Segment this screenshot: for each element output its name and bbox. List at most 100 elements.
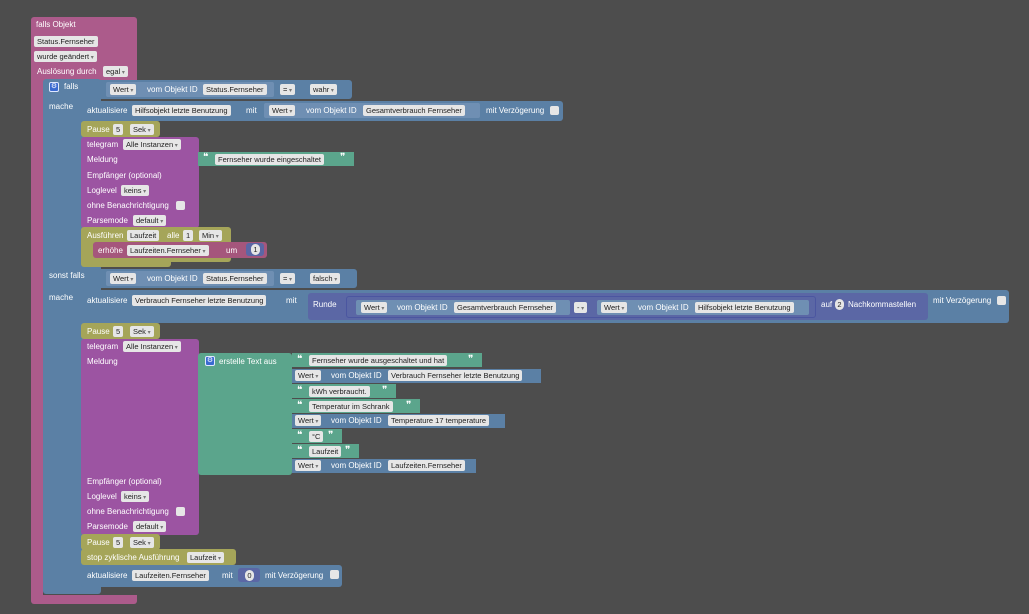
quote-open-icon: ❝ (297, 445, 303, 456)
interval-label: Ausführen (87, 231, 124, 240)
update1-object-field[interactable]: Gesamtverbrauch Fernseher (363, 105, 465, 116)
telegram1-recipient-label: Empfänger (optional) (87, 171, 162, 180)
update2-delay-checkbox[interactable] (997, 296, 1006, 305)
part8-vom-label: vom Objekt ID (331, 461, 382, 470)
text-part-1-value[interactable]: Fernseher wurde ausgeschaltet und hat (309, 355, 448, 366)
text-part-4-value[interactable]: Temperatur im Schrank (309, 401, 393, 412)
quote-open-icon: ❝ (297, 385, 303, 396)
update2-target-field[interactable]: Verbrauch Fernseher letzte Benutzung (132, 295, 267, 306)
cond2-value-dropdown[interactable]: falsch (310, 273, 341, 284)
update3-delay-checkbox[interactable] (330, 570, 339, 579)
part2-object-field[interactable]: Verbrauch Fernseher letzte Benutzung (388, 370, 523, 381)
cond1-value-dropdown[interactable]: wahr (310, 84, 337, 95)
update2-object-b-field[interactable]: Hilfsobjekt letzte Benutzung (695, 302, 794, 313)
interval-number[interactable]: 1 (183, 230, 194, 241)
text-part-3-value[interactable]: kWh verbraucht. (309, 386, 370, 397)
cond1-operator-dropdown[interactable]: = (280, 84, 296, 95)
cond1-wert-dropdown[interactable]: Wert (110, 84, 137, 95)
cond1-vom-label: vom Objekt ID (147, 85, 198, 94)
if-do-label: mache (49, 102, 74, 111)
create-text-label: erstelle Text aus (219, 357, 277, 366)
pause3-label: Pause (87, 538, 110, 547)
part5-wert-dropdown[interactable]: Wert (295, 415, 322, 426)
gear-icon[interactable]: ⚙ (205, 356, 215, 366)
text-part-7-value[interactable]: Laufzeit (309, 446, 342, 457)
telegram2-parsemode-label: Parsemode (87, 522, 128, 531)
update2-object-a-field[interactable]: Gesamtverbrauch Fernseher (454, 302, 556, 313)
interval-name-field[interactable]: Laufzeit (127, 230, 160, 241)
telegram2-silent-checkbox[interactable] (176, 507, 185, 516)
part8-object-field[interactable]: Laufzeiten.Fernseher (388, 460, 465, 471)
part5-object-field[interactable]: Temperature 17 temperature (388, 415, 490, 426)
quote-open-icon: ❝ (297, 354, 303, 365)
telegram2-instance-dropdown[interactable]: Alle Instanzen (123, 341, 181, 352)
cond2-vom-label: vom Objekt ID (147, 274, 198, 283)
cond2-wert-dropdown[interactable]: Wert (110, 273, 137, 284)
cond2-object-field[interactable]: Status.Fernseher (203, 273, 267, 284)
telegram1-message-text[interactable]: Fernseher wurde eingeschaltet (215, 154, 324, 165)
pause3-number[interactable]: 5 (113, 537, 124, 548)
quote-close-icon: ❞ (345, 445, 351, 456)
update3-delay-label: mit Verzögerung (265, 571, 324, 580)
telegram2-recipient-label: Empfänger (optional) (87, 477, 162, 486)
cond2-operator-dropdown[interactable]: = (280, 273, 296, 284)
update2-auf-label: auf (821, 300, 833, 309)
update1-vom-label: vom Objekt ID (306, 106, 357, 115)
update1-label: aktualisiere (87, 106, 128, 115)
telegram1-instance-dropdown[interactable]: Alle Instanzen (123, 139, 181, 150)
update1-mit-label: mit (246, 106, 257, 115)
stop-label: stop zyklische Ausführung (87, 553, 180, 562)
update2-vom-a-label: vom Objekt ID (397, 303, 448, 312)
pause1-unit-dropdown[interactable]: Sek (130, 124, 154, 135)
stop-name-dropdown[interactable]: Laufzeit (187, 552, 224, 563)
update2-wert-a-dropdown[interactable]: Wert (361, 302, 388, 313)
update1-target-field[interactable]: Hilfsobjekt letzte Benutzung (132, 105, 231, 116)
update2-wert-b-dropdown[interactable]: Wert (601, 302, 628, 313)
trigger-condition-dropdown[interactable]: wurde geändert (34, 51, 97, 62)
quote-close-icon: ❞ (328, 430, 334, 441)
telegram2-label: telegram (87, 342, 119, 351)
increment-var-dropdown[interactable]: Laufzeiten.Fernseher (127, 245, 209, 256)
if-label: falls (64, 82, 79, 91)
update1-wert-dropdown[interactable]: Wert (269, 105, 296, 116)
telegram2-loglevel-label: Loglevel (87, 492, 117, 501)
update1-delay-checkbox[interactable] (550, 106, 559, 115)
trigger-block-bottom (31, 595, 137, 604)
telegram1-label: telegram (87, 140, 119, 149)
text-part-6-value[interactable]: °C (309, 431, 324, 442)
pause2-label: Pause (87, 327, 110, 336)
cond1-object-field[interactable]: Status.Fernseher (203, 84, 267, 95)
update2-decimals-number[interactable]: 2 (835, 299, 844, 310)
pause2-number[interactable]: 5 (113, 326, 124, 337)
telegram1-parsemode-dropdown[interactable]: default (133, 215, 167, 226)
pause2-unit-dropdown[interactable]: Sek (130, 326, 154, 337)
part2-wert-dropdown[interactable]: Wert (295, 370, 322, 381)
create-text-block[interactable] (198, 353, 292, 475)
update2-decimals-label: Nachkommastellen (848, 300, 917, 309)
quote-close-icon: ❞ (340, 152, 346, 163)
telegram1-loglevel-dropdown[interactable]: keins (121, 185, 150, 196)
update3-number[interactable]: 0 (245, 570, 254, 581)
gear-icon[interactable]: ⚙ (49, 82, 59, 92)
telegram2-loglevel-dropdown[interactable]: keins (121, 491, 150, 502)
part8-wert-dropdown[interactable]: Wert (295, 460, 322, 471)
update2-label: aktualisiere (87, 296, 128, 305)
telegram2-parsemode-dropdown[interactable]: default (133, 521, 167, 532)
update2-operator-dropdown[interactable]: - (574, 302, 588, 313)
update2-mit-label: mit (286, 296, 297, 305)
update1-delay-label: mit Verzögerung (486, 106, 545, 115)
trigger-by-label: Auslösung durch (37, 67, 97, 76)
pause3-unit-dropdown[interactable]: Sek (130, 537, 154, 548)
increment-number[interactable]: 1 (251, 244, 260, 255)
pause1-number[interactable]: 5 (113, 124, 124, 135)
interval-unit-dropdown[interactable]: Min (199, 230, 222, 241)
telegram1-silent-checkbox[interactable] (176, 201, 185, 210)
quote-open-icon: ❝ (203, 152, 209, 163)
trigger-by-dropdown[interactable]: egal (103, 66, 128, 77)
update3-target-field[interactable]: Laufzeiten.Fernseher (132, 570, 209, 581)
telegram1-message-label: Meldung (87, 155, 118, 164)
trigger-object-field[interactable]: Status.Fernseher (34, 36, 98, 47)
telegram2-message-label: Meldung (87, 357, 118, 366)
increment-um-label: um (226, 246, 238, 255)
telegram-block-2[interactable] (81, 339, 199, 535)
